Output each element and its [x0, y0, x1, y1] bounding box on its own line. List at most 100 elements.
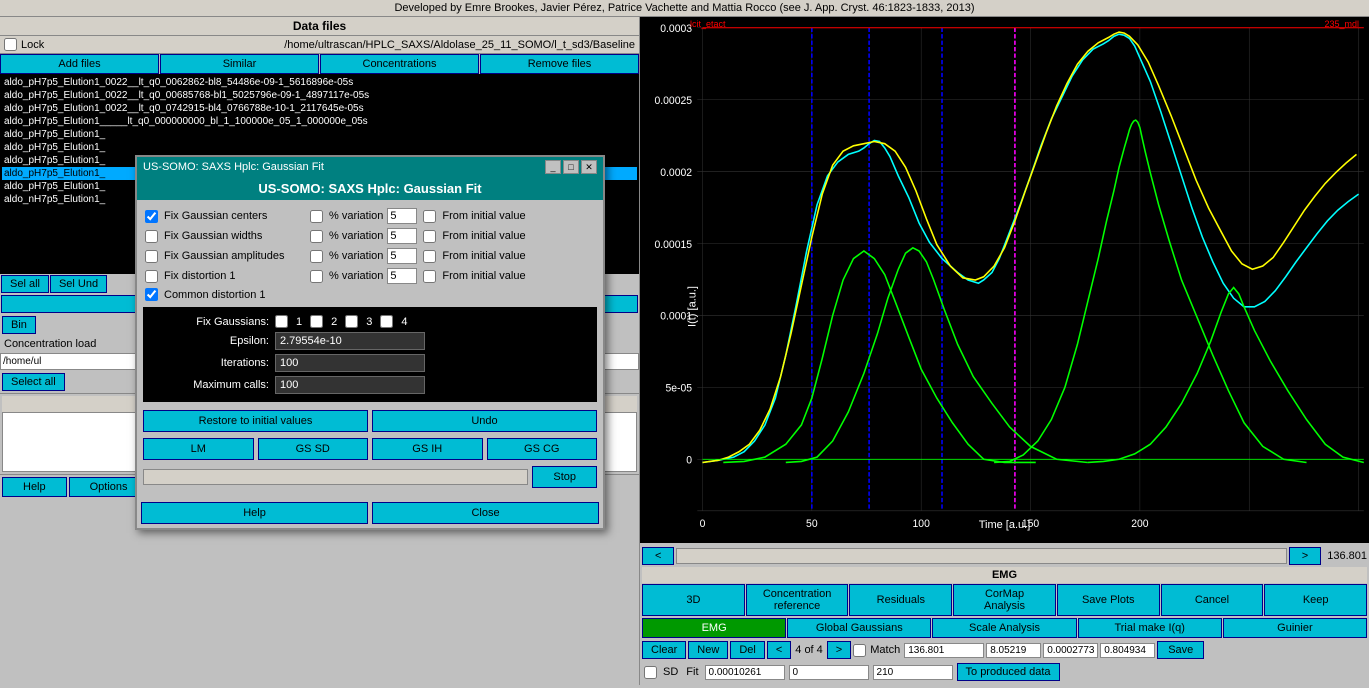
fix-centers-checkbox[interactable]: [145, 210, 158, 223]
from-initial-centers-label: From initial value: [442, 210, 525, 222]
epsilon-input[interactable]: [275, 332, 425, 350]
gaussian-2-checkbox[interactable]: [310, 315, 323, 328]
tab-save-plots-button[interactable]: Save Plots: [1057, 584, 1160, 616]
tab-guinier-button[interactable]: Guinier: [1223, 618, 1367, 638]
save-button[interactable]: Save: [1157, 641, 1204, 659]
lm-button[interactable]: LM: [143, 438, 254, 460]
list-item[interactable]: aldo_pH7p5_Elution1_: [2, 141, 637, 154]
tab-row-1: 3D Concentration reference Residuals Cor…: [642, 583, 1367, 617]
tab-cancel-button[interactable]: Cancel: [1161, 584, 1264, 616]
fix-widths-checkbox[interactable]: [145, 230, 158, 243]
fix-centers-row: Fix Gaussian centers % variation From in…: [143, 206, 597, 226]
value1-input[interactable]: [904, 643, 984, 658]
sel-all-button[interactable]: Sel all: [1, 275, 49, 293]
fit-input[interactable]: [705, 665, 785, 680]
remove-files-button[interactable]: Remove files: [480, 54, 639, 74]
sd-label: SD: [661, 666, 680, 678]
sel-undo-button[interactable]: Sel Und: [50, 275, 107, 293]
sd-checkbox[interactable]: [644, 666, 657, 679]
similar-button[interactable]: Similar: [160, 54, 319, 74]
dialog-close-final-button[interactable]: Close: [372, 502, 599, 524]
tab-concentration-ref-button[interactable]: Concentration reference: [746, 584, 849, 616]
nav-value: 136.801: [1323, 550, 1367, 562]
dialog-close-button[interactable]: ✕: [581, 160, 597, 174]
gaussian-1-checkbox[interactable]: [275, 315, 288, 328]
from-initial-amplitudes-checkbox[interactable]: [423, 250, 436, 263]
tab-residuals-button[interactable]: Residuals: [849, 584, 952, 616]
tab-cormap-button[interactable]: CorMap Analysis: [953, 584, 1056, 616]
tab-global-gaussians-button[interactable]: Global Gaussians: [787, 618, 931, 638]
from-initial-centers-checkbox[interactable]: [423, 210, 436, 223]
gaussian-3-checkbox[interactable]: [345, 315, 358, 328]
common-distortion-checkbox[interactable]: [145, 288, 158, 301]
pct-amplitudes-input[interactable]: [387, 248, 417, 264]
new-button[interactable]: New: [688, 641, 728, 659]
produced-button[interactable]: To produced data: [957, 663, 1060, 681]
lock-label: Lock: [21, 39, 284, 51]
lock-checkbox[interactable]: [4, 38, 17, 51]
right-panel: I(t) [a.u.] 0.0003: [640, 17, 1369, 685]
from-initial-distortion-checkbox[interactable]: [423, 270, 436, 283]
list-item[interactable]: aldo_pH7p5_Elution1_: [2, 128, 637, 141]
undo-button[interactable]: Undo: [372, 410, 597, 432]
fix-widths-label: Fix Gaussian widths: [164, 230, 304, 242]
value4-input[interactable]: [1100, 643, 1155, 658]
dialog-maximize-button[interactable]: □: [563, 160, 579, 174]
nav-prev-button[interactable]: <: [642, 547, 674, 565]
tab-keep-button[interactable]: Keep: [1264, 584, 1367, 616]
tab-emg-button[interactable]: EMG: [642, 618, 786, 638]
gs-ih-button[interactable]: GS IH: [372, 438, 483, 460]
add-files-button[interactable]: Add files: [0, 54, 159, 74]
list-item[interactable]: aldo_pH7p5_Elution1_0022__lt_q0_0062862-…: [2, 76, 637, 89]
right-input[interactable]: [873, 665, 953, 680]
gs-sd-button[interactable]: GS SD: [258, 438, 369, 460]
progress-row: Stop: [143, 462, 597, 492]
from-initial-widths-checkbox[interactable]: [423, 230, 436, 243]
list-item[interactable]: aldo_pH7p5_Elution1_____lt_q0_000000000_…: [2, 115, 637, 128]
fix-distortion-checkbox[interactable]: [145, 270, 158, 283]
pct-centers-input[interactable]: [387, 208, 417, 224]
list-item[interactable]: aldo_pH7p5_Elution1_0022__lt_q0_00685768…: [2, 89, 637, 102]
chart-svg: 0.0003 0.00025 0.0002 0.00015 0.0001 5e-…: [640, 17, 1369, 543]
help-button[interactable]: Help: [2, 477, 67, 497]
next-button[interactable]: >: [827, 641, 851, 659]
stop-button[interactable]: Stop: [532, 466, 597, 488]
center-input[interactable]: [789, 665, 869, 680]
tab-3d-button[interactable]: 3D: [642, 584, 745, 616]
pct-variation-distortion-checkbox[interactable]: [310, 270, 323, 283]
from-initial-amplitudes-label: From initial value: [442, 250, 525, 262]
tab-trial-make-button[interactable]: Trial make I(q): [1078, 618, 1222, 638]
dialog-header: US-SOMO: SAXS Hplc: Gaussian Fit: [137, 177, 603, 200]
del-button[interactable]: Del: [730, 641, 765, 659]
concentrations-button[interactable]: Concentrations: [320, 54, 479, 74]
iterations-input[interactable]: [275, 354, 425, 372]
list-item[interactable]: aldo_pH7p5_Elution1_0022__lt_q0_0742915-…: [2, 102, 637, 115]
restore-button[interactable]: Restore to initial values: [143, 410, 368, 432]
value3-input[interactable]: [1043, 643, 1098, 658]
select-all-button[interactable]: Select all: [2, 373, 65, 391]
clear-button[interactable]: Clear: [642, 641, 686, 659]
match-checkbox[interactable]: [853, 644, 866, 657]
prev-button[interactable]: <: [767, 641, 791, 659]
pct-variation-amplitudes-checkbox[interactable]: [310, 250, 323, 263]
nav-next-button[interactable]: >: [1289, 547, 1321, 565]
gaussian-4-checkbox[interactable]: [380, 315, 393, 328]
bin-button[interactable]: Bin: [2, 316, 36, 334]
dialog-help-button[interactable]: Help: [141, 502, 368, 524]
pct-distortion-input[interactable]: [387, 268, 417, 284]
max-calls-input[interactable]: [275, 376, 425, 394]
nav-slider[interactable]: [676, 548, 1286, 564]
value2-input[interactable]: [986, 643, 1041, 658]
gaussian-3-label: 3: [366, 316, 372, 328]
dialog-minimize-button[interactable]: _: [545, 160, 561, 174]
pct-widths-input[interactable]: [387, 228, 417, 244]
from-initial-distortion-label: From initial value: [442, 270, 525, 282]
gs-cg-button[interactable]: GS CG: [487, 438, 598, 460]
svg-text:5e-05: 5e-05: [665, 383, 692, 395]
chart-area: I(t) [a.u.] 0.0003: [640, 17, 1369, 543]
pct-variation-centers-checkbox[interactable]: [310, 210, 323, 223]
fix-gaussians-checkboxes: 1 2 3 4: [275, 315, 408, 328]
fix-amplitudes-checkbox[interactable]: [145, 250, 158, 263]
tab-scale-analysis-button[interactable]: Scale Analysis: [932, 618, 1076, 638]
pct-variation-widths-checkbox[interactable]: [310, 230, 323, 243]
